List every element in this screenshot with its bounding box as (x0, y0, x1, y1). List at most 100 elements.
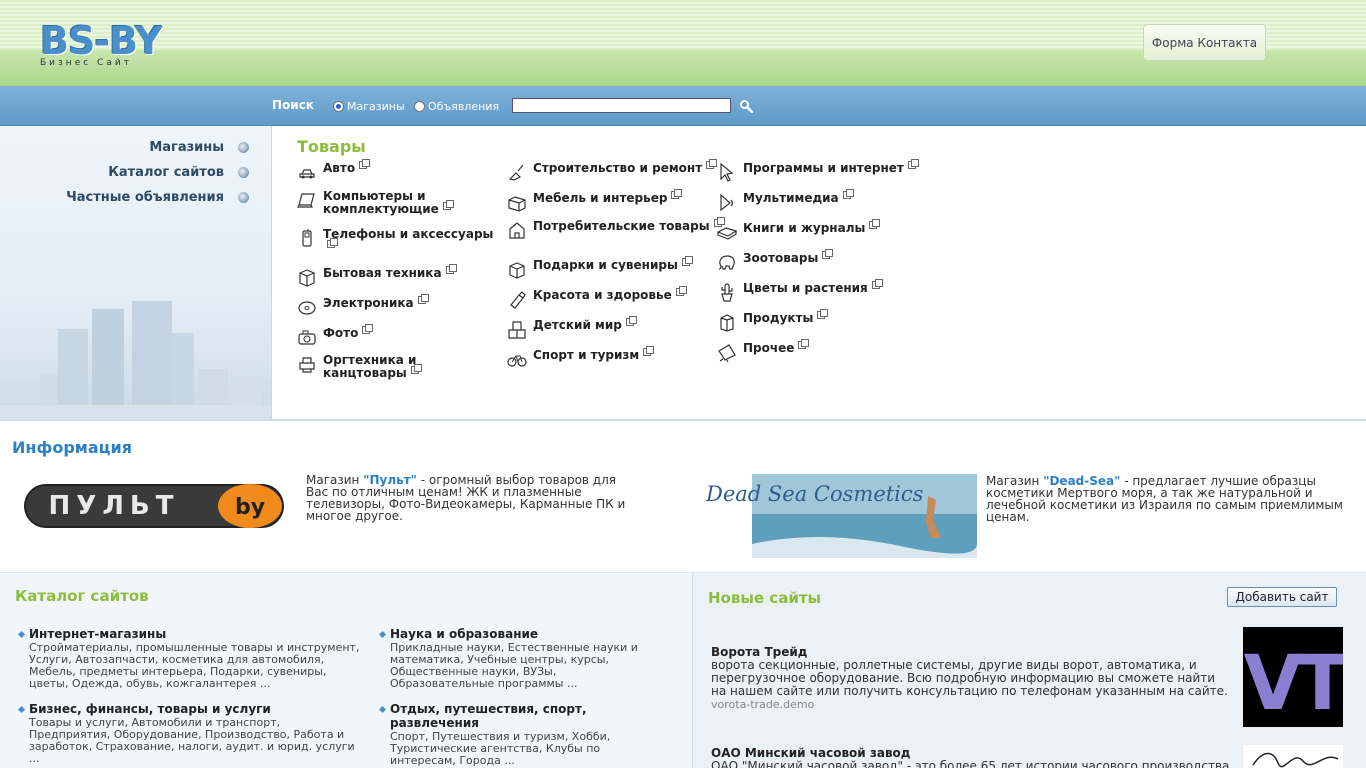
new-site-entry[interactable]: ОАО Минский часовой завод ОАО "Минский ч… (711, 746, 1231, 768)
pult-banner[interactable]: ПУЛЬТ by (22, 476, 286, 532)
goods-item-photo[interactable]: Фото (297, 324, 503, 347)
nav-item-private-ads[interactable]: Частные объявления (66, 190, 249, 205)
new-site-thumbnail[interactable] (1243, 745, 1343, 768)
goods-item-label: Зоотовары (743, 251, 819, 265)
goods-item-other[interactable]: Прочее (717, 339, 933, 362)
cactus-icon (721, 283, 733, 302)
sofa-icon (508, 196, 526, 212)
goods-item-label: Цветы и растения (743, 281, 868, 295)
catalog-category[interactable]: Отдых, путешествия, спорт, развлечения С… (378, 702, 658, 767)
category-heading[interactable]: Отдых, путешествия, спорт, развлечения (378, 702, 658, 730)
goods-item-label: Программы и интернет (743, 161, 904, 175)
goods-item-software[interactable]: Программы и интернет (717, 159, 933, 182)
nav-item-catalog[interactable]: Каталог сайтов (108, 165, 249, 180)
laptop-icon (297, 193, 315, 208)
popup-icon[interactable] (681, 256, 693, 266)
new-site-description: ворота секционные, роллетные системы, др… (711, 658, 1228, 698)
trowel-icon (508, 164, 524, 181)
goods-item-flowers[interactable]: Цветы и растения (717, 279, 933, 302)
nav-item-shops[interactable]: Магазины (149, 140, 249, 155)
popup-icon[interactable] (362, 324, 374, 334)
goods-item-sport[interactable]: Спорт и туризм (507, 346, 723, 369)
popup-icon[interactable] (445, 264, 457, 274)
goods-item-label: Продукты (743, 311, 814, 325)
catalog-category[interactable]: Бизнес, финансы, товары и услуги Товары … (17, 702, 362, 765)
lipstick-icon (510, 291, 526, 309)
popup-icon[interactable] (675, 286, 687, 296)
search-option-ads[interactable]: Объявления (414, 100, 499, 113)
popup-icon[interactable] (706, 159, 718, 169)
popup-icon[interactable] (625, 316, 637, 326)
appliance-icon (299, 269, 315, 287)
camera-icon (298, 330, 316, 345)
goods-item-label: Фото (323, 326, 359, 340)
goods-item-label: Книги и журналы (743, 221, 866, 235)
new-site-name[interactable]: ОАО Минский часовой завод (711, 746, 1231, 760)
goods-item-pets[interactable]: Зоотовары (717, 249, 933, 272)
dead-sea-image: Dead Sea Cosmetics (705, 474, 978, 558)
goods-item-beauty[interactable]: Красота и здоровье (507, 286, 723, 309)
printer-icon (299, 357, 315, 373)
popup-icon[interactable] (817, 309, 829, 319)
goods-item-label: Оргтехника и канцтовары (323, 353, 417, 380)
popup-icon[interactable] (442, 200, 454, 210)
goods-item-consumer[interactable]: Потребительские товары (507, 217, 725, 240)
popup-icon[interactable] (869, 219, 881, 229)
goods-item-office[interactable]: Оргтехника и канцтовары (297, 354, 503, 380)
goods-item-food[interactable]: Продукты (717, 309, 933, 332)
goods-item-appliances[interactable]: Бытовая техника (297, 264, 503, 287)
goods-item-label: Спорт и туризм (533, 348, 640, 362)
search-option-shops[interactable]: Магазины (333, 100, 405, 113)
magnifier-icon[interactable] (739, 99, 753, 113)
popup-icon[interactable] (842, 189, 854, 199)
radio-ads[interactable] (414, 101, 425, 112)
category-heading[interactable]: Интернет-магазины (17, 627, 362, 641)
bicycle-icon (507, 355, 527, 367)
radio-shops[interactable] (333, 101, 344, 112)
popup-icon[interactable] (798, 339, 810, 349)
vt-logo-text: VT (1244, 638, 1343, 727)
goods-item-phones[interactable]: Телефоны и аксессуары (297, 228, 503, 254)
add-site-button[interactable]: Добавить сайт (1227, 587, 1337, 607)
goods-item-kids[interactable]: Детский мир (507, 316, 723, 339)
popup-icon[interactable] (327, 238, 338, 248)
popup-icon[interactable] (359, 159, 371, 169)
goods-item-label: Компьютеры и комплектующие (323, 189, 439, 216)
popup-icon[interactable] (871, 279, 883, 289)
gift-icon (509, 262, 525, 279)
popup-icon[interactable] (410, 364, 422, 374)
goods-item-electronics[interactable]: Электроника (297, 294, 503, 317)
goods-item-label: Телефоны и аксессуары (323, 227, 494, 241)
nav-item-label: Каталог сайтов (108, 165, 224, 180)
vt-logo-image: VT (1244, 638, 1355, 727)
popup-icon[interactable] (822, 249, 834, 259)
goods-item-construction[interactable]: Строительство и ремонт (507, 159, 723, 182)
catalog-category[interactable]: Наука и образование Прикладные науки, Ес… (378, 627, 658, 690)
new-site-name[interactable]: Ворота Трейд (711, 645, 1231, 659)
category-heading[interactable]: Наука и образование (378, 627, 658, 641)
goods-item-furniture[interactable]: Мебель и интерьер (507, 189, 723, 212)
new-site-thumbnail[interactable]: VT (1243, 627, 1355, 727)
category-heading[interactable]: Бизнес, финансы, товары и услуги (17, 702, 362, 716)
new-site-entry[interactable]: Ворота Трейд ворота секционные, роллетны… (711, 645, 1231, 711)
popup-icon[interactable] (417, 294, 429, 304)
house-icon (509, 222, 525, 239)
goods-item-gifts[interactable]: Подарки и сувениры (507, 256, 723, 279)
new-site-url[interactable]: vorota-trade.demo (711, 698, 1231, 711)
site-logo[interactable]: BS-BY Бизнес Сайт (40, 19, 163, 68)
dead-sea-banner[interactable]: Dead Sea Cosmetics (700, 474, 978, 558)
popup-icon[interactable] (643, 346, 655, 356)
goods-item-multimedia[interactable]: Мультимедиа (717, 189, 933, 212)
goods-item-label: Строительство и ремонт (533, 161, 703, 175)
category-description: Стройматериалы, промышленные товары и ин… (29, 641, 360, 690)
search-bar: Поиск Магазины Объявления (0, 86, 1366, 126)
goods-item-computers[interactable]: Компьютеры и комплектующие (297, 190, 463, 216)
popup-icon[interactable] (907, 159, 919, 169)
logo-text: BS-BY (40, 19, 163, 63)
popup-icon[interactable] (671, 189, 683, 199)
goods-item-books[interactable]: Книги и журналы (717, 219, 933, 242)
contact-form-button[interactable]: Форма Контакта (1143, 24, 1266, 61)
goods-item-auto[interactable]: Авто (297, 159, 493, 182)
catalog-category[interactable]: Интернет-магазины Стройматериалы, промыш… (17, 627, 362, 690)
search-input[interactable] (512, 98, 731, 113)
